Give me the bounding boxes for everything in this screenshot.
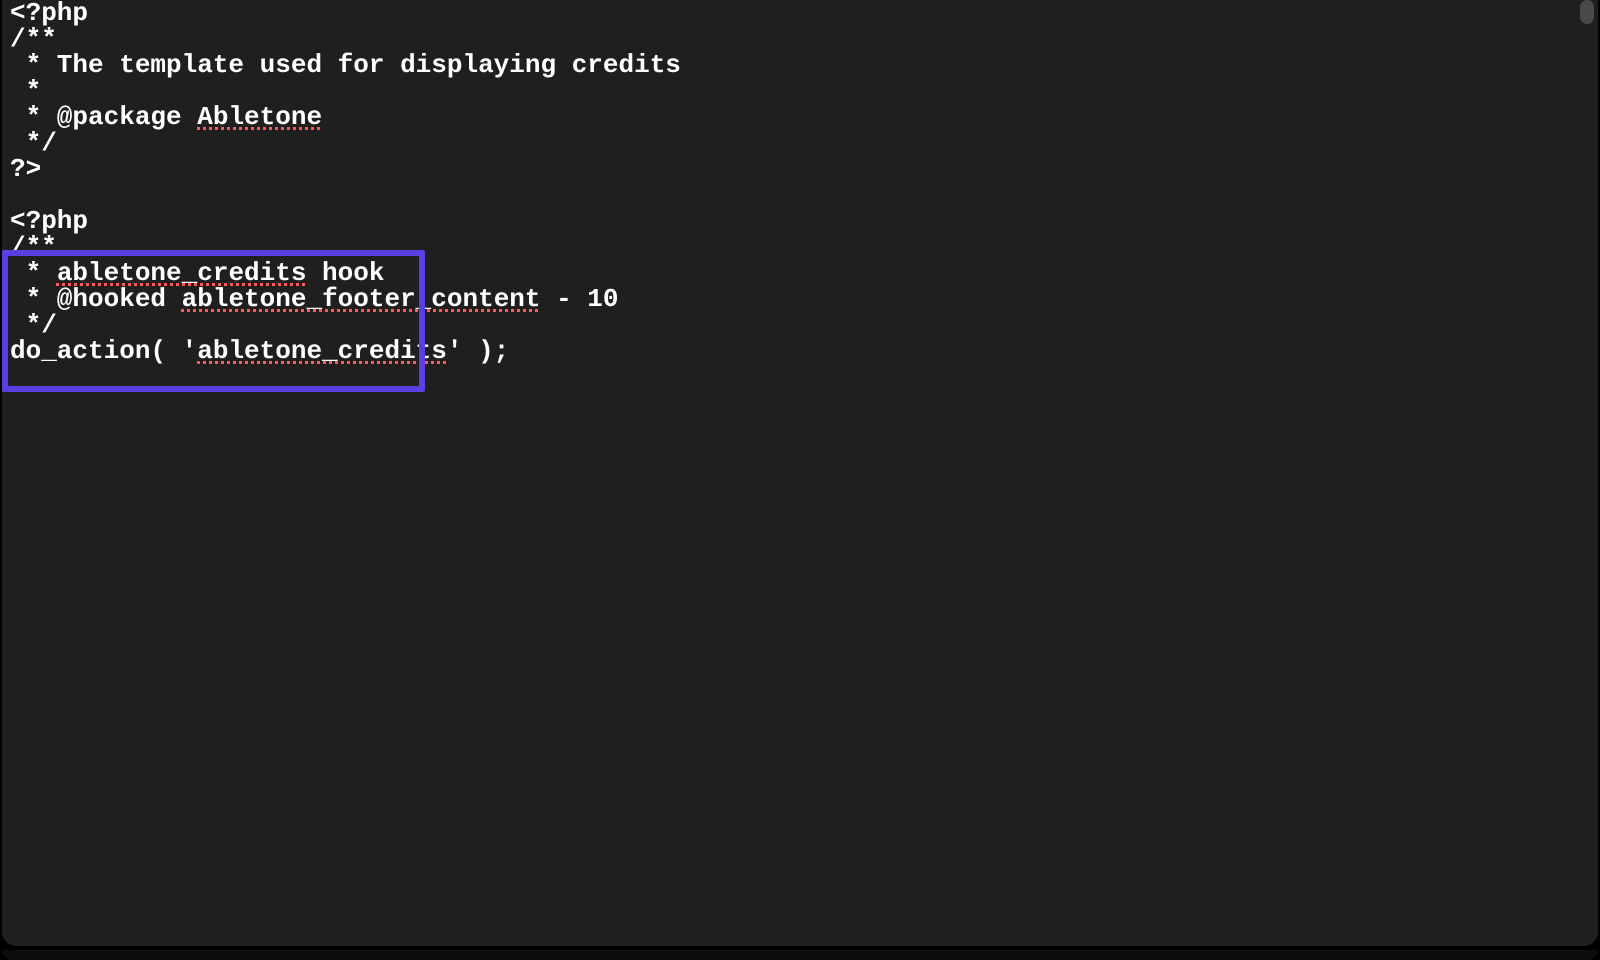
code-line[interactable]: <?php	[10, 0, 1574, 26]
code-line[interactable]: */	[10, 130, 1574, 156]
code-line[interactable]	[10, 182, 1574, 208]
code-line[interactable]: ?>	[10, 156, 1574, 182]
spell-underline: Abletone	[197, 102, 322, 132]
code-line[interactable]: /**	[10, 26, 1574, 52]
code-line[interactable]: <?php	[10, 208, 1574, 234]
spell-underline: abletone_footer_content	[182, 284, 541, 314]
scrollbar-track[interactable]	[1578, 0, 1596, 946]
code-line[interactable]: do_action( 'abletone_credits' );	[10, 338, 1574, 364]
spell-underline: abletone_credits	[197, 336, 447, 366]
code-line[interactable]: * @package Abletone	[10, 104, 1574, 130]
code-line[interactable]: * The template used for displaying credi…	[10, 52, 1574, 78]
code-line[interactable]: * @hooked abletone_footer_content - 10	[10, 286, 1574, 312]
code-area[interactable]: <?php/** * The template used for display…	[10, 0, 1574, 940]
code-line[interactable]: */	[10, 312, 1574, 338]
code-line[interactable]: * abletone_credits hook	[10, 260, 1574, 286]
editor-frame: <?php/** * The template used for display…	[2, 0, 1598, 946]
code-line[interactable]: *	[10, 78, 1574, 104]
status-strip	[2, 950, 1598, 960]
code-line[interactable]: /**	[10, 234, 1574, 260]
scrollbar-thumb[interactable]	[1580, 0, 1594, 24]
